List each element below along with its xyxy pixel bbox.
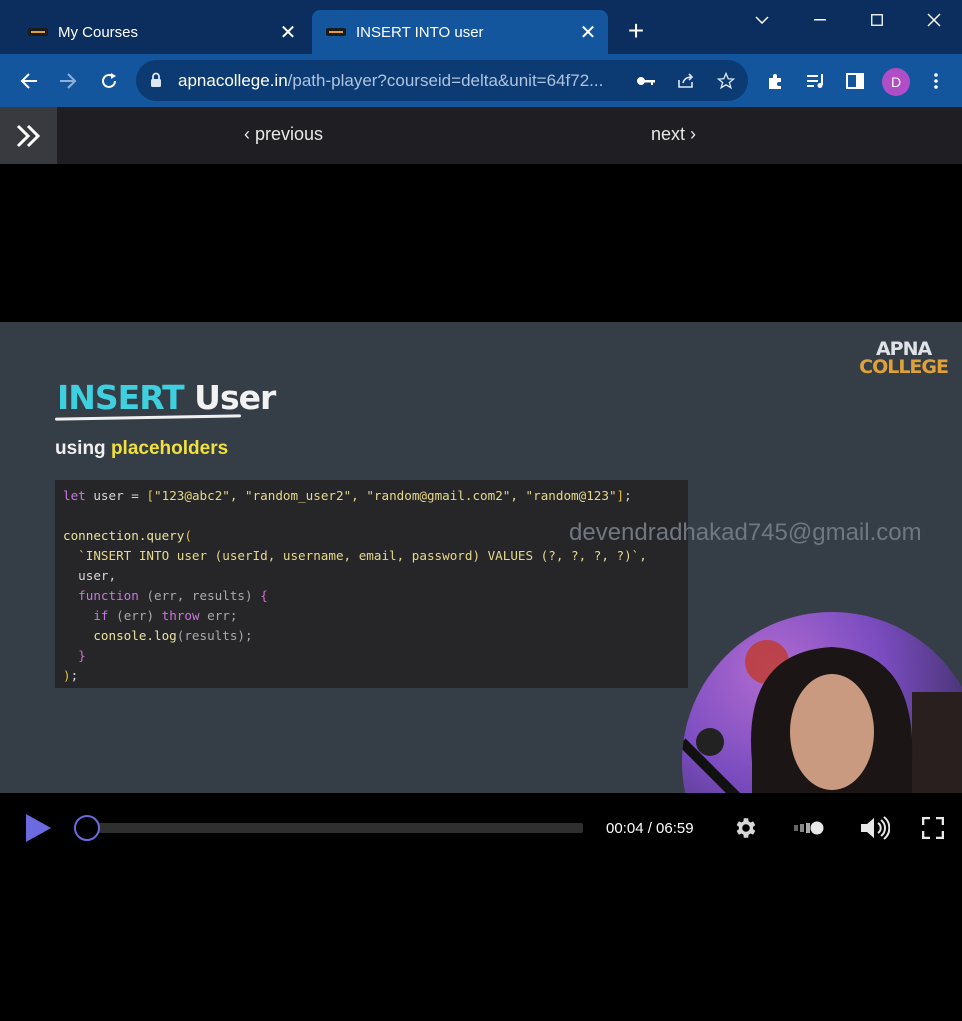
slide-title-accent: INSERT	[57, 378, 185, 417]
code-token: connection.query	[63, 528, 185, 543]
previous-link[interactable]: ‹ previous	[244, 124, 323, 145]
code-token: user	[93, 488, 124, 503]
video-letterbox-top	[0, 164, 962, 322]
close-tab-icon[interactable]: ✕	[274, 18, 302, 46]
more-menu-icon[interactable]	[921, 66, 951, 96]
code-token: throw	[161, 608, 200, 623]
tab-title: INSERT INTO user	[356, 23, 484, 41]
slide-title: INSERT User	[57, 378, 276, 417]
extensions-puzzle-icon[interactable]	[761, 66, 791, 96]
player-nav-bar: ‹ previous next ›	[0, 107, 962, 164]
settings-gear-icon[interactable]	[731, 814, 759, 842]
side-panel-icon[interactable]	[840, 66, 870, 96]
slide-title-rest: User	[194, 378, 276, 417]
video-letterbox-bottom	[0, 863, 962, 1021]
video-frame[interactable]: APNA COLLEGE INSERT User using placehold…	[0, 322, 962, 793]
close-window-icon[interactable]	[914, 6, 954, 34]
browser-tab-strip: My Courses ✕ INSERT INTO user ✕ +	[0, 0, 962, 54]
code-token: err;	[207, 608, 238, 623]
code-token: (err)	[116, 608, 155, 623]
chevron-right-icon: ›	[685, 124, 697, 144]
subtitle-accent: placeholders	[110, 438, 229, 459]
code-token: "123@abc2", "random_user2", "random@gmai…	[154, 488, 617, 503]
url-path: /path-player?courseid=delta&unit=64f72..…	[287, 71, 604, 90]
tab-search-chevron-icon[interactable]	[742, 6, 782, 34]
code-token: console.log	[93, 628, 177, 643]
code-token: (results);	[176, 628, 253, 643]
back-arrow-icon[interactable]	[14, 66, 44, 96]
share-icon[interactable]	[674, 69, 698, 93]
code-token: let	[63, 488, 86, 503]
reload-icon[interactable]	[94, 66, 124, 96]
code-token: if	[93, 608, 109, 623]
profile-avatar[interactable]: D	[882, 68, 910, 96]
play-button[interactable]	[24, 813, 52, 848]
url-domain: apnacollege.in	[178, 71, 288, 90]
previous-label: previous	[255, 124, 324, 144]
key-icon[interactable]	[634, 69, 658, 93]
address-bar[interactable]: apnacollege.in/path-player?courseid=delt…	[136, 60, 748, 101]
progress-track[interactable]	[82, 823, 583, 833]
autoplay-toggle-icon[interactable]	[794, 814, 824, 842]
close-tab-icon[interactable]: ✕	[574, 18, 602, 46]
tab-my-courses[interactable]: My Courses ✕	[14, 10, 308, 54]
bookmark-star-icon[interactable]	[714, 69, 738, 93]
subtitle-plain: using	[55, 438, 106, 459]
code-token: user,	[78, 568, 117, 583]
sidebar-expand-icon[interactable]	[0, 107, 57, 164]
browser-toolbar: apnacollege.in/path-player?courseid=delt…	[0, 54, 962, 107]
fullscreen-icon[interactable]	[919, 814, 947, 842]
code-token: function	[78, 588, 139, 603]
apna-college-favicon	[326, 24, 346, 40]
tab-title: My Courses	[58, 23, 139, 41]
progress-scrubber[interactable]	[74, 815, 100, 841]
slide-subtitle: using placeholders	[55, 438, 228, 460]
code-token: (err, results)	[146, 588, 253, 603]
next-label: next	[651, 124, 686, 144]
forward-arrow-icon[interactable]	[53, 66, 83, 96]
code-token: `INSERT INTO user (userId, username, ema…	[78, 548, 647, 563]
url-text[interactable]: apnacollege.in/path-player?courseid=delt…	[178, 71, 624, 91]
code-block: let user = ["123@abc2", "random_user2", …	[55, 480, 688, 688]
volume-icon[interactable]	[859, 814, 891, 842]
new-tab-button[interactable]: +	[622, 17, 650, 46]
logo-line2: COLLEGE	[859, 356, 949, 378]
presenter-webcam	[682, 612, 962, 793]
lock-icon[interactable]	[150, 72, 162, 93]
chevron-left-icon: ‹	[244, 124, 255, 144]
media-playlist-icon[interactable]	[801, 66, 831, 96]
apna-college-favicon	[28, 24, 48, 40]
maximize-icon[interactable]	[857, 6, 897, 34]
email-watermark: devendradhakad745@gmail.com	[569, 519, 922, 546]
video-controls: 00:04 / 06:59	[0, 793, 962, 863]
minimize-icon[interactable]	[800, 6, 840, 34]
apna-college-logo: APNA COLLEGE	[859, 340, 949, 378]
time-display: 00:04 / 06:59	[606, 820, 694, 837]
tab-insert-into-user[interactable]: INSERT INTO user ✕	[312, 10, 608, 54]
next-link[interactable]: next ›	[651, 124, 696, 145]
